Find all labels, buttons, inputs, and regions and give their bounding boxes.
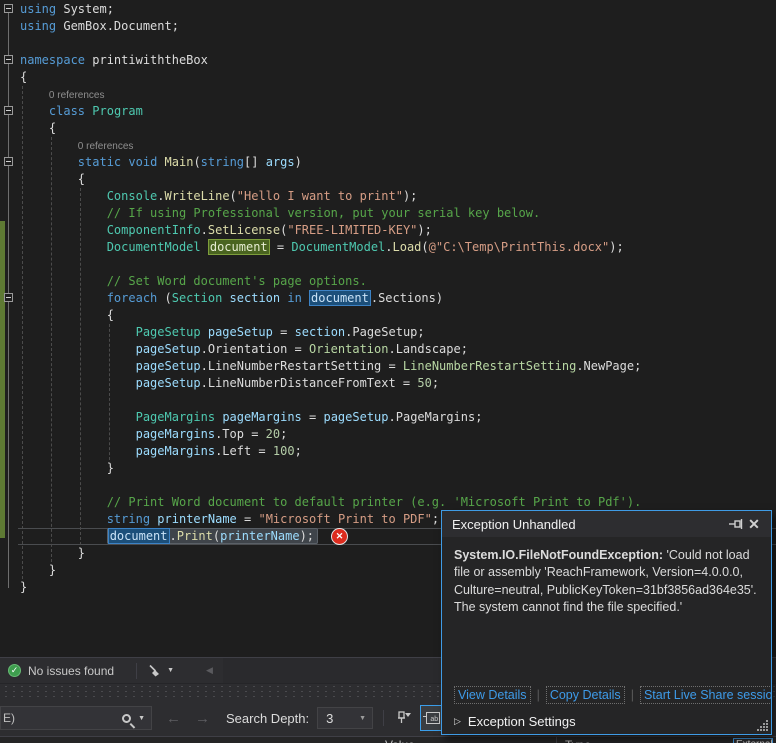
expand-arrow-icon: ▷ xyxy=(454,715,461,726)
code-cleanup-broom-icon[interactable] xyxy=(147,664,162,678)
live-share-link[interactable]: Start Live Share session... xyxy=(639,686,771,704)
exception-error-icon[interactable]: ✕ xyxy=(332,529,348,544)
resize-grip[interactable] xyxy=(756,719,769,732)
nav-back-icon[interactable]: ← xyxy=(166,710,181,727)
code-lines[interactable]: using System; using GemBox.Document; names… xyxy=(18,1,776,596)
code-line[interactable]: pageSetup.Orientation = Orientation.Land… xyxy=(18,341,776,358)
column-header-type[interactable]: Type xyxy=(565,738,591,743)
indent-guide xyxy=(109,324,110,460)
search-icon[interactable] xyxy=(122,713,132,723)
chevron-down-icon: ▼ xyxy=(359,714,367,722)
exception-popup: Exception Unhandled ✕ System.IO.FileNotF… xyxy=(441,510,772,735)
code-line[interactable]: // Set Word document's page options. xyxy=(18,273,776,290)
code-line[interactable]: ComponentInfo.SetLicense("FREE-LIMITED-K… xyxy=(18,222,776,239)
exception-action-links: View Details | Copy Details | Start Live… xyxy=(442,682,771,708)
code-line[interactable]: PageMargins pageMargins = pageSetup.Page… xyxy=(18,409,776,426)
code-line[interactable] xyxy=(18,392,776,409)
divider xyxy=(136,662,138,679)
code-line[interactable]: 0 references xyxy=(18,137,776,154)
indent-guide xyxy=(51,137,52,562)
code-line[interactable]: // Print Word document to default printe… xyxy=(18,494,776,511)
code-line[interactable] xyxy=(18,256,776,273)
exception-settings-expander[interactable]: ▷ Exception Settings xyxy=(442,708,771,734)
code-line[interactable]: static void Main(string[] args) xyxy=(18,154,776,171)
external-tab[interactable]: External xyxy=(733,738,773,743)
column-header-value[interactable]: Value xyxy=(385,738,415,743)
code-line[interactable]: using System; xyxy=(18,1,776,18)
search-depth-dropdown[interactable]: 3 ▼ xyxy=(317,707,374,729)
popup-title-text: Exception Unhandled xyxy=(452,516,576,532)
code-line[interactable]: pageMargins.Left = 100; xyxy=(18,443,776,460)
chevron-down-icon[interactable]: ▼ xyxy=(138,715,145,722)
close-icon[interactable]: ✕ xyxy=(745,515,763,533)
code-line[interactable]: foreach (Section section in document .Sec… xyxy=(18,290,776,307)
code-line[interactable]: pageMargins.Top = 20; xyxy=(18,426,776,443)
code-line[interactable] xyxy=(18,477,776,494)
watch-search-input[interactable]: E) ▼ xyxy=(0,706,152,730)
code-line[interactable]: namespace printiwiththeBox xyxy=(18,52,776,69)
collapse-minus-icon[interactable] xyxy=(4,157,13,166)
chevron-down-icon[interactable]: ▼ xyxy=(167,667,174,674)
indent-guide xyxy=(80,188,81,545)
code-line[interactable]: PageSetup pageSetup = section.PageSetup; xyxy=(18,324,776,341)
search-depth-value: 3 xyxy=(326,710,334,726)
code-line[interactable] xyxy=(18,35,776,52)
ab-label-icon: ab xyxy=(423,712,441,724)
code-line[interactable]: { xyxy=(18,120,776,137)
copy-details-link[interactable]: Copy Details xyxy=(545,686,625,704)
code-line[interactable]: { xyxy=(18,171,776,188)
view-details-link[interactable]: View Details xyxy=(454,686,531,704)
divider xyxy=(383,710,385,726)
current-statement-box: document .Print(printerName); xyxy=(106,528,319,544)
vs-editor-window: { "colors": { "editor_background": "#1E1… xyxy=(0,0,776,743)
issues-status-text[interactable]: No issues found xyxy=(28,664,114,678)
search-depth-label: Search Depth: xyxy=(226,710,310,726)
code-line[interactable]: pageSetup.LineNumberRestartSetting = Lin… xyxy=(18,358,776,375)
code-line[interactable]: { xyxy=(18,69,776,86)
search-input-text: E) xyxy=(3,711,15,725)
selection-highlight: document xyxy=(309,290,371,306)
code-line[interactable]: { xyxy=(18,307,776,324)
code-line[interactable]: DocumentModel document = DocumentModel.L… xyxy=(18,239,776,256)
scroll-left-arrow-icon[interactable]: ◀ xyxy=(206,665,213,676)
nav-forward-icon[interactable]: → xyxy=(195,710,210,727)
indent-guide xyxy=(22,86,23,579)
exception-message-body: System.IO.FileNotFoundException: 'Could … xyxy=(442,537,771,682)
pin-filter-icon[interactable] xyxy=(394,710,412,726)
code-line[interactable]: 0 references xyxy=(18,86,776,103)
column-divider[interactable] xyxy=(556,737,557,743)
code-line[interactable]: class Program xyxy=(18,103,776,120)
exception-popup-titlebar[interactable]: Exception Unhandled ✕ xyxy=(442,511,771,537)
exception-settings-label: Exception Settings xyxy=(467,713,576,729)
collapse-minus-icon[interactable] xyxy=(4,293,13,302)
exception-type: System.IO.FileNotFoundException: xyxy=(454,548,664,562)
selection-highlight: document xyxy=(107,528,170,544)
watch-grid-header-sliver: Value Type External xyxy=(0,736,776,743)
code-line[interactable]: Console.WriteLine("Hello I want to print… xyxy=(18,188,776,205)
code-line[interactable]: using GemBox.Document; xyxy=(18,18,776,35)
change-tracking-bar xyxy=(0,221,5,538)
link-separator: | xyxy=(536,688,540,702)
write-reference-highlight: document xyxy=(207,239,270,255)
collapse-minus-icon[interactable] xyxy=(4,4,13,13)
check-circle-icon: ✓ xyxy=(8,664,21,677)
link-separator: | xyxy=(630,688,634,702)
code-line[interactable]: } xyxy=(18,460,776,477)
collapse-minus-icon[interactable] xyxy=(4,106,13,115)
pin-icon[interactable] xyxy=(727,515,745,533)
collapse-minus-icon[interactable] xyxy=(4,55,13,64)
editor-gutter xyxy=(0,0,18,657)
code-line[interactable]: // If using Professional version, put yo… xyxy=(18,205,776,222)
code-line[interactable]: pageSetup.LineNumberDistanceFromText = 5… xyxy=(18,375,776,392)
